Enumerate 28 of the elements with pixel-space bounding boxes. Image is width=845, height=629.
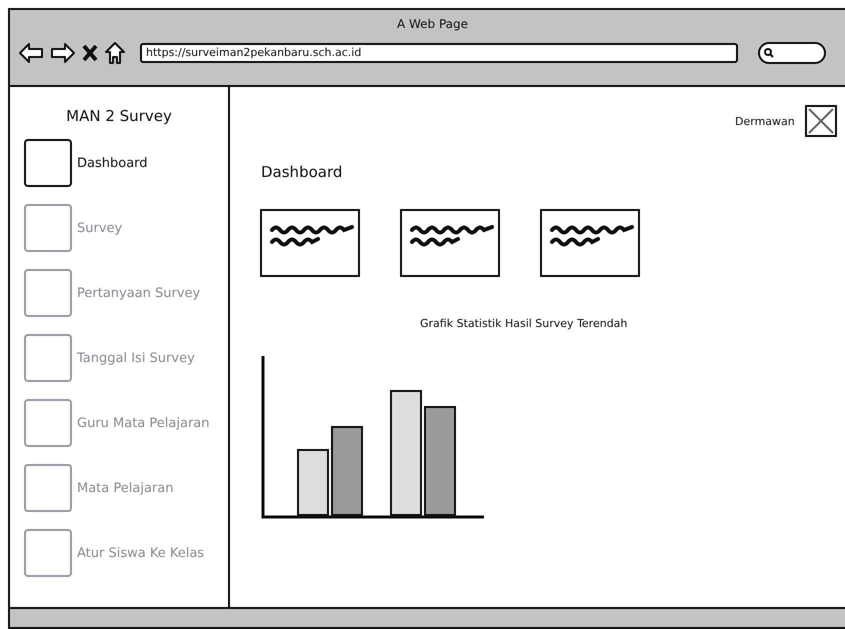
sidebar-item[interactable]: Tanggal Isi Survey [24, 334, 228, 382]
image-placeholder-icon [804, 105, 837, 137]
window-title: A Web Page [396, 16, 470, 33]
forward-icon[interactable] [50, 42, 76, 64]
user-name: Dermawan [735, 114, 795, 128]
square-icon [24, 334, 72, 382]
sidebar-item[interactable]: Mata Pelajaran [24, 464, 228, 512]
square-icon [24, 399, 72, 447]
sidebar-title: MAN 2 Survey [65, 106, 173, 127]
home-icon[interactable] [104, 41, 126, 65]
square-icon [24, 464, 72, 512]
sidebar-item[interactable]: Atur Siswa Ke Kelas [24, 529, 228, 577]
square-icon [24, 529, 72, 577]
search-icon [764, 48, 774, 58]
square-icon [24, 269, 72, 317]
sidebar-item[interactable]: Dashboard [24, 139, 228, 187]
search-field[interactable] [758, 42, 826, 64]
url-field[interactable]: https://surveiman2pekanbaru.sch.ac.id [140, 43, 738, 63]
square-icon [24, 139, 72, 187]
sidebar-item[interactable]: Pertanyaan Survey [24, 269, 228, 317]
back-icon[interactable] [18, 42, 44, 64]
close-icon[interactable] [82, 44, 98, 62]
square-icon [24, 204, 72, 252]
page-heading: Dashboard [260, 162, 344, 181]
chart-bar [297, 449, 329, 516]
chart-title: Grafik Statistik Hasil Survey Terendah [419, 316, 628, 330]
sidebar-item[interactable]: Survey [24, 204, 228, 252]
sidebar-item[interactable]: Guru Mata Pelajaran [24, 399, 228, 447]
